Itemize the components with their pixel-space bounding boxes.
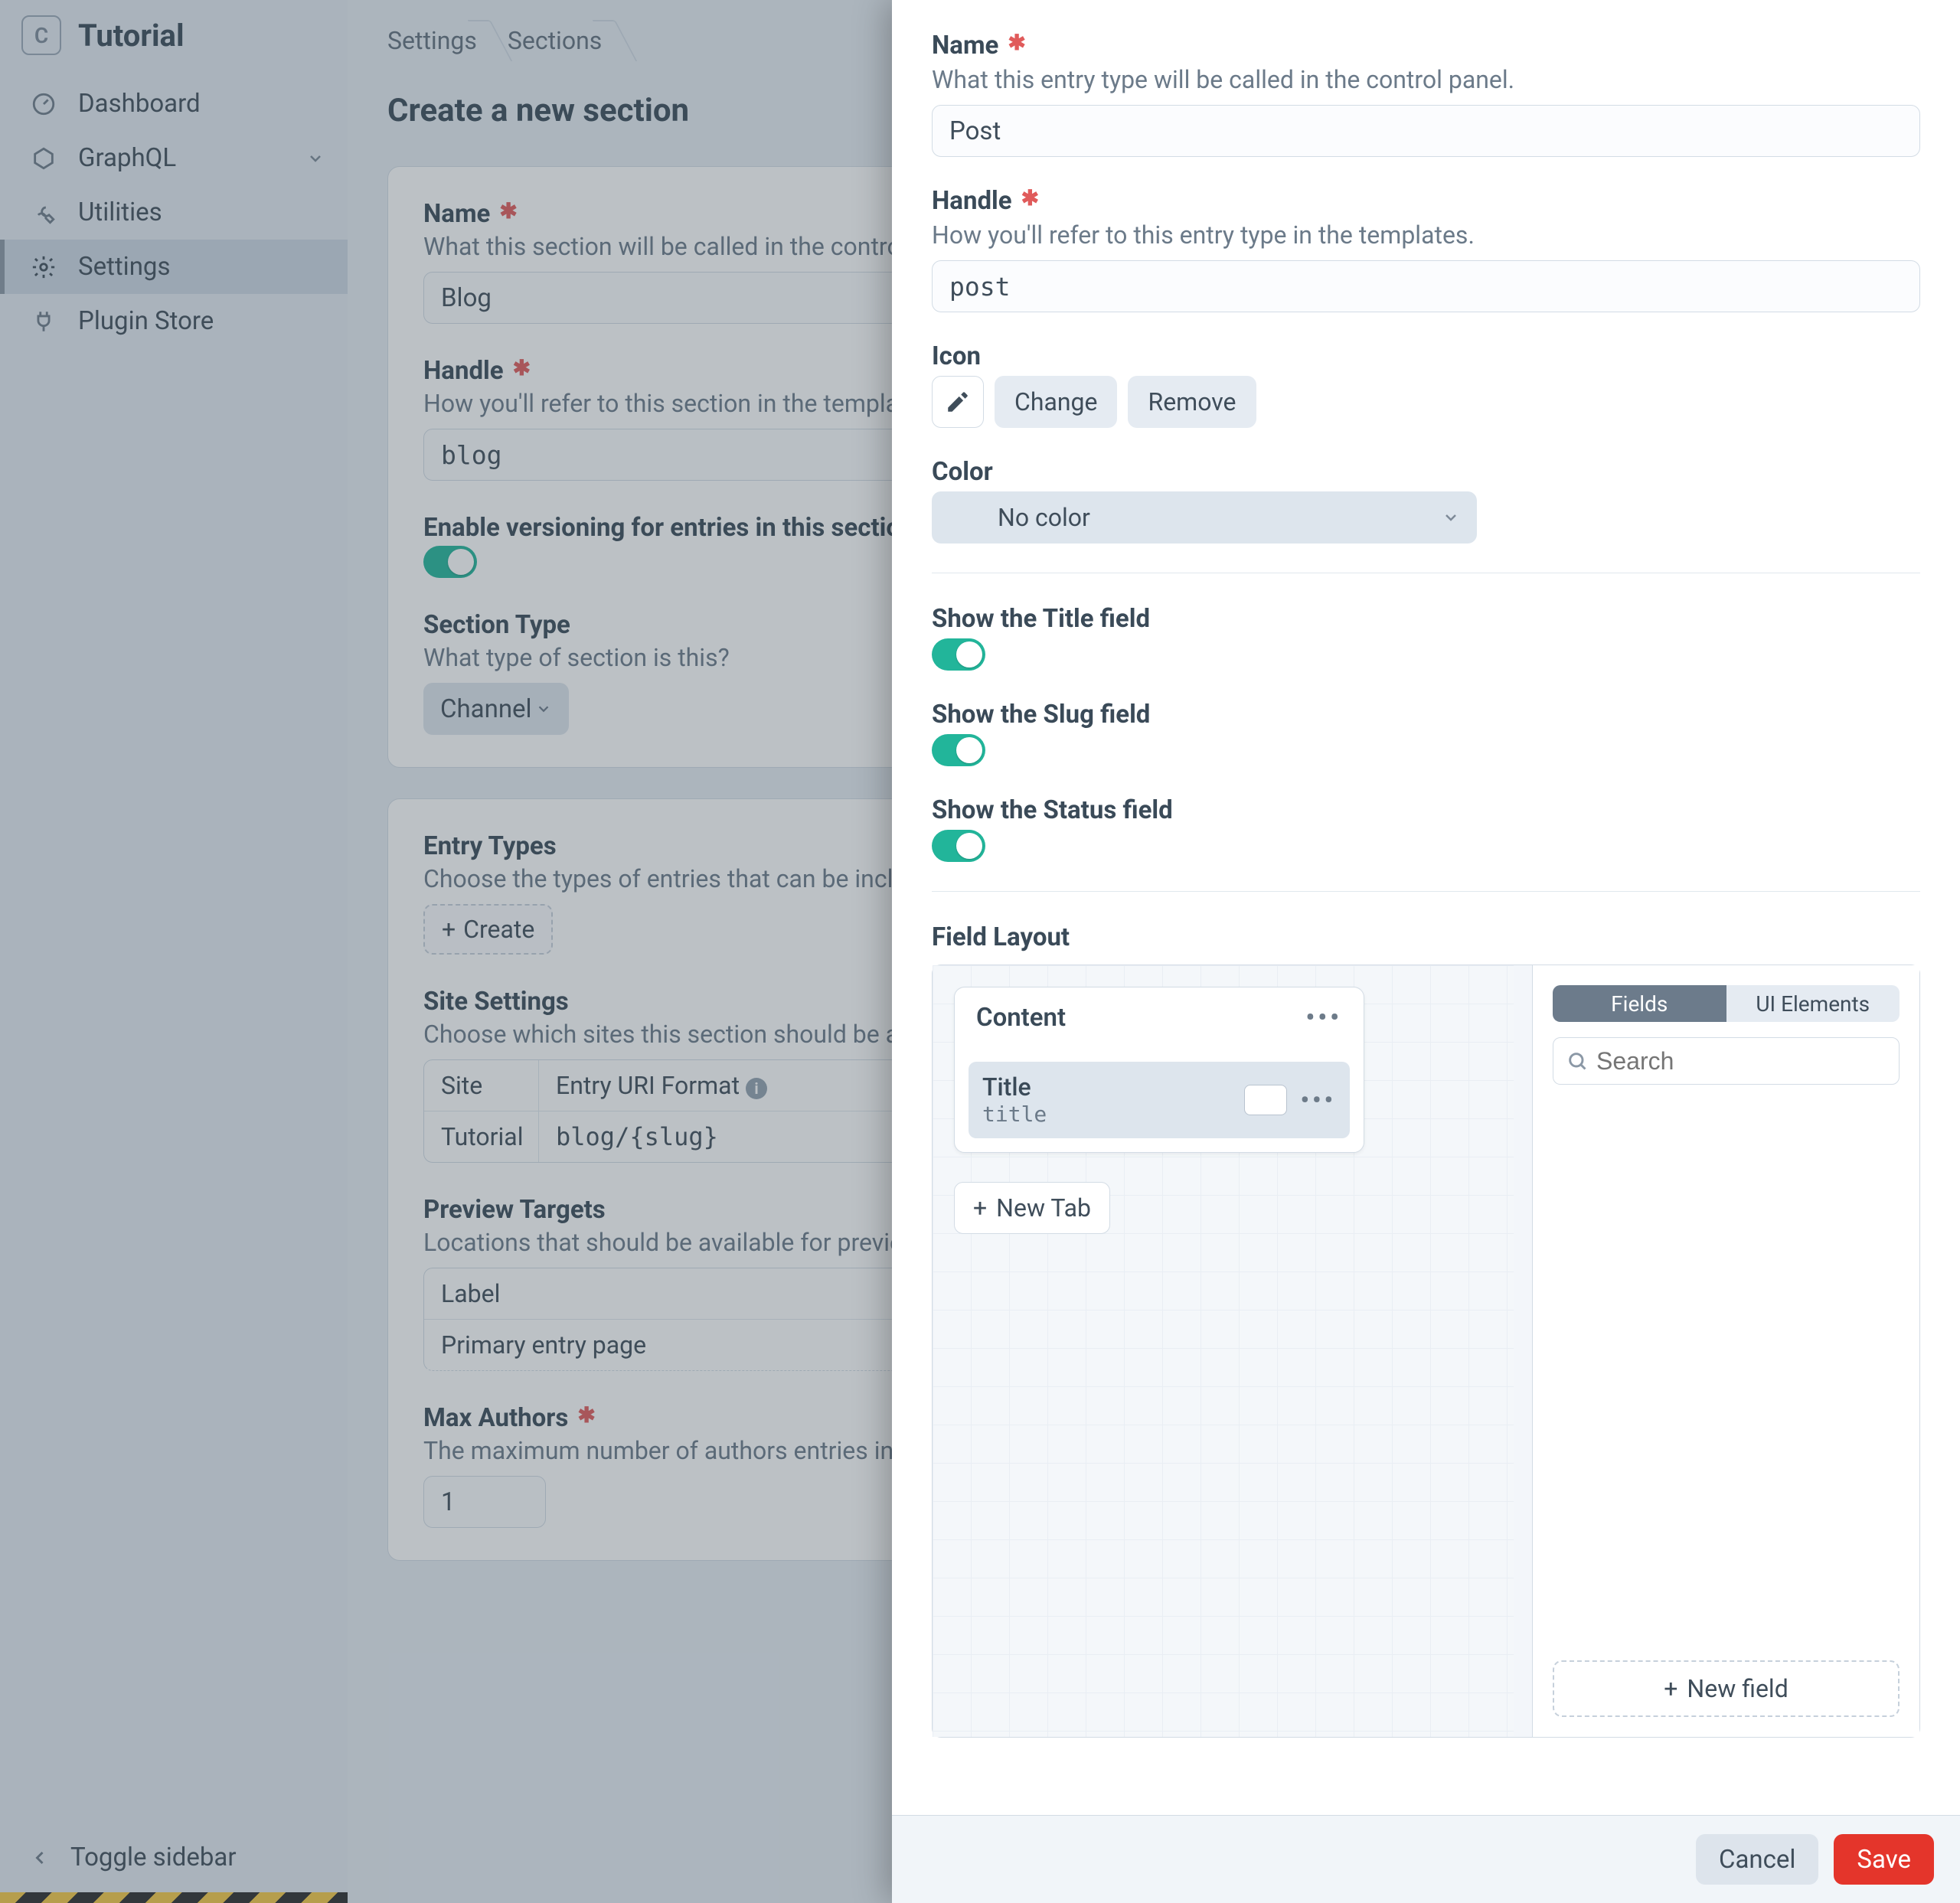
entry-type-slideout: Name✱ What this entry type will be calle… xyxy=(892,0,1960,1903)
field-search xyxy=(1553,1037,1900,1085)
plus-icon: + xyxy=(973,1193,987,1222)
icon-preview xyxy=(932,376,984,428)
show-status-toggle[interactable] xyxy=(932,830,985,862)
slideout-body: Name✱ What this entry type will be calle… xyxy=(892,0,1960,1815)
tab-ui-elements[interactable]: UI Elements xyxy=(1726,985,1900,1022)
more-icon[interactable]: ••• xyxy=(1305,1003,1342,1033)
field-chip-title[interactable]: Title title ••• xyxy=(969,1062,1350,1138)
layout-tab-card: Content ••• Title title ••• xyxy=(954,987,1364,1153)
pen-icon xyxy=(945,389,971,415)
designer-sidebar: Fields UI Elements + New field xyxy=(1532,965,1919,1737)
new-field-button[interactable]: + New field xyxy=(1553,1660,1900,1717)
slideout-footer: Cancel Save xyxy=(892,1815,1960,1903)
divider xyxy=(932,891,1920,892)
et-name-help: What this entry type will be called in t… xyxy=(932,65,1920,94)
et-name-label: Name✱ xyxy=(932,31,1920,60)
change-icon-button[interactable]: Change xyxy=(995,376,1117,428)
et-handle-label: Handle✱ xyxy=(932,186,1920,216)
field-chip-name: Title xyxy=(982,1072,1047,1102)
save-button[interactable]: Save xyxy=(1834,1834,1934,1885)
field-search-input[interactable] xyxy=(1553,1037,1900,1085)
et-handle-help: How you'll refer to this entry type in t… xyxy=(932,220,1920,250)
show-title-label: Show the Title field xyxy=(932,604,1920,634)
icon-controls: Change Remove xyxy=(932,376,1920,428)
designer-canvas[interactable]: Content ••• Title title ••• xyxy=(933,965,1514,1737)
color-select[interactable]: No color xyxy=(932,491,1477,543)
et-color-label: Color xyxy=(932,457,1920,487)
et-name-input[interactable]: Post xyxy=(932,105,1920,157)
tab-fields[interactable]: Fields xyxy=(1553,985,1726,1022)
plus-icon: + xyxy=(1664,1674,1677,1703)
chevron-down-icon xyxy=(1442,508,1460,527)
search-icon xyxy=(1566,1050,1588,1072)
field-width-input[interactable] xyxy=(1244,1085,1287,1115)
field-layout-label: Field Layout xyxy=(932,922,1920,952)
show-slug-toggle[interactable] xyxy=(932,734,985,766)
field-layout-designer: Content ••• Title title ••• xyxy=(932,965,1920,1738)
show-status-label: Show the Status field xyxy=(932,795,1920,825)
et-handle-input[interactable]: post xyxy=(932,260,1920,312)
show-title-toggle[interactable] xyxy=(932,638,985,671)
new-tab-button[interactable]: + New Tab xyxy=(954,1182,1110,1234)
more-icon[interactable]: ••• xyxy=(1301,1085,1337,1115)
show-slug-label: Show the Slug field xyxy=(932,700,1920,730)
cancel-button[interactable]: Cancel xyxy=(1696,1834,1818,1885)
field-chip-handle: title xyxy=(982,1102,1047,1128)
et-icon-label: Icon xyxy=(932,341,1920,371)
layout-tab-header[interactable]: Content ••• xyxy=(955,987,1364,1048)
remove-icon-button[interactable]: Remove xyxy=(1128,376,1256,428)
designer-tabs: Fields UI Elements xyxy=(1553,985,1900,1022)
